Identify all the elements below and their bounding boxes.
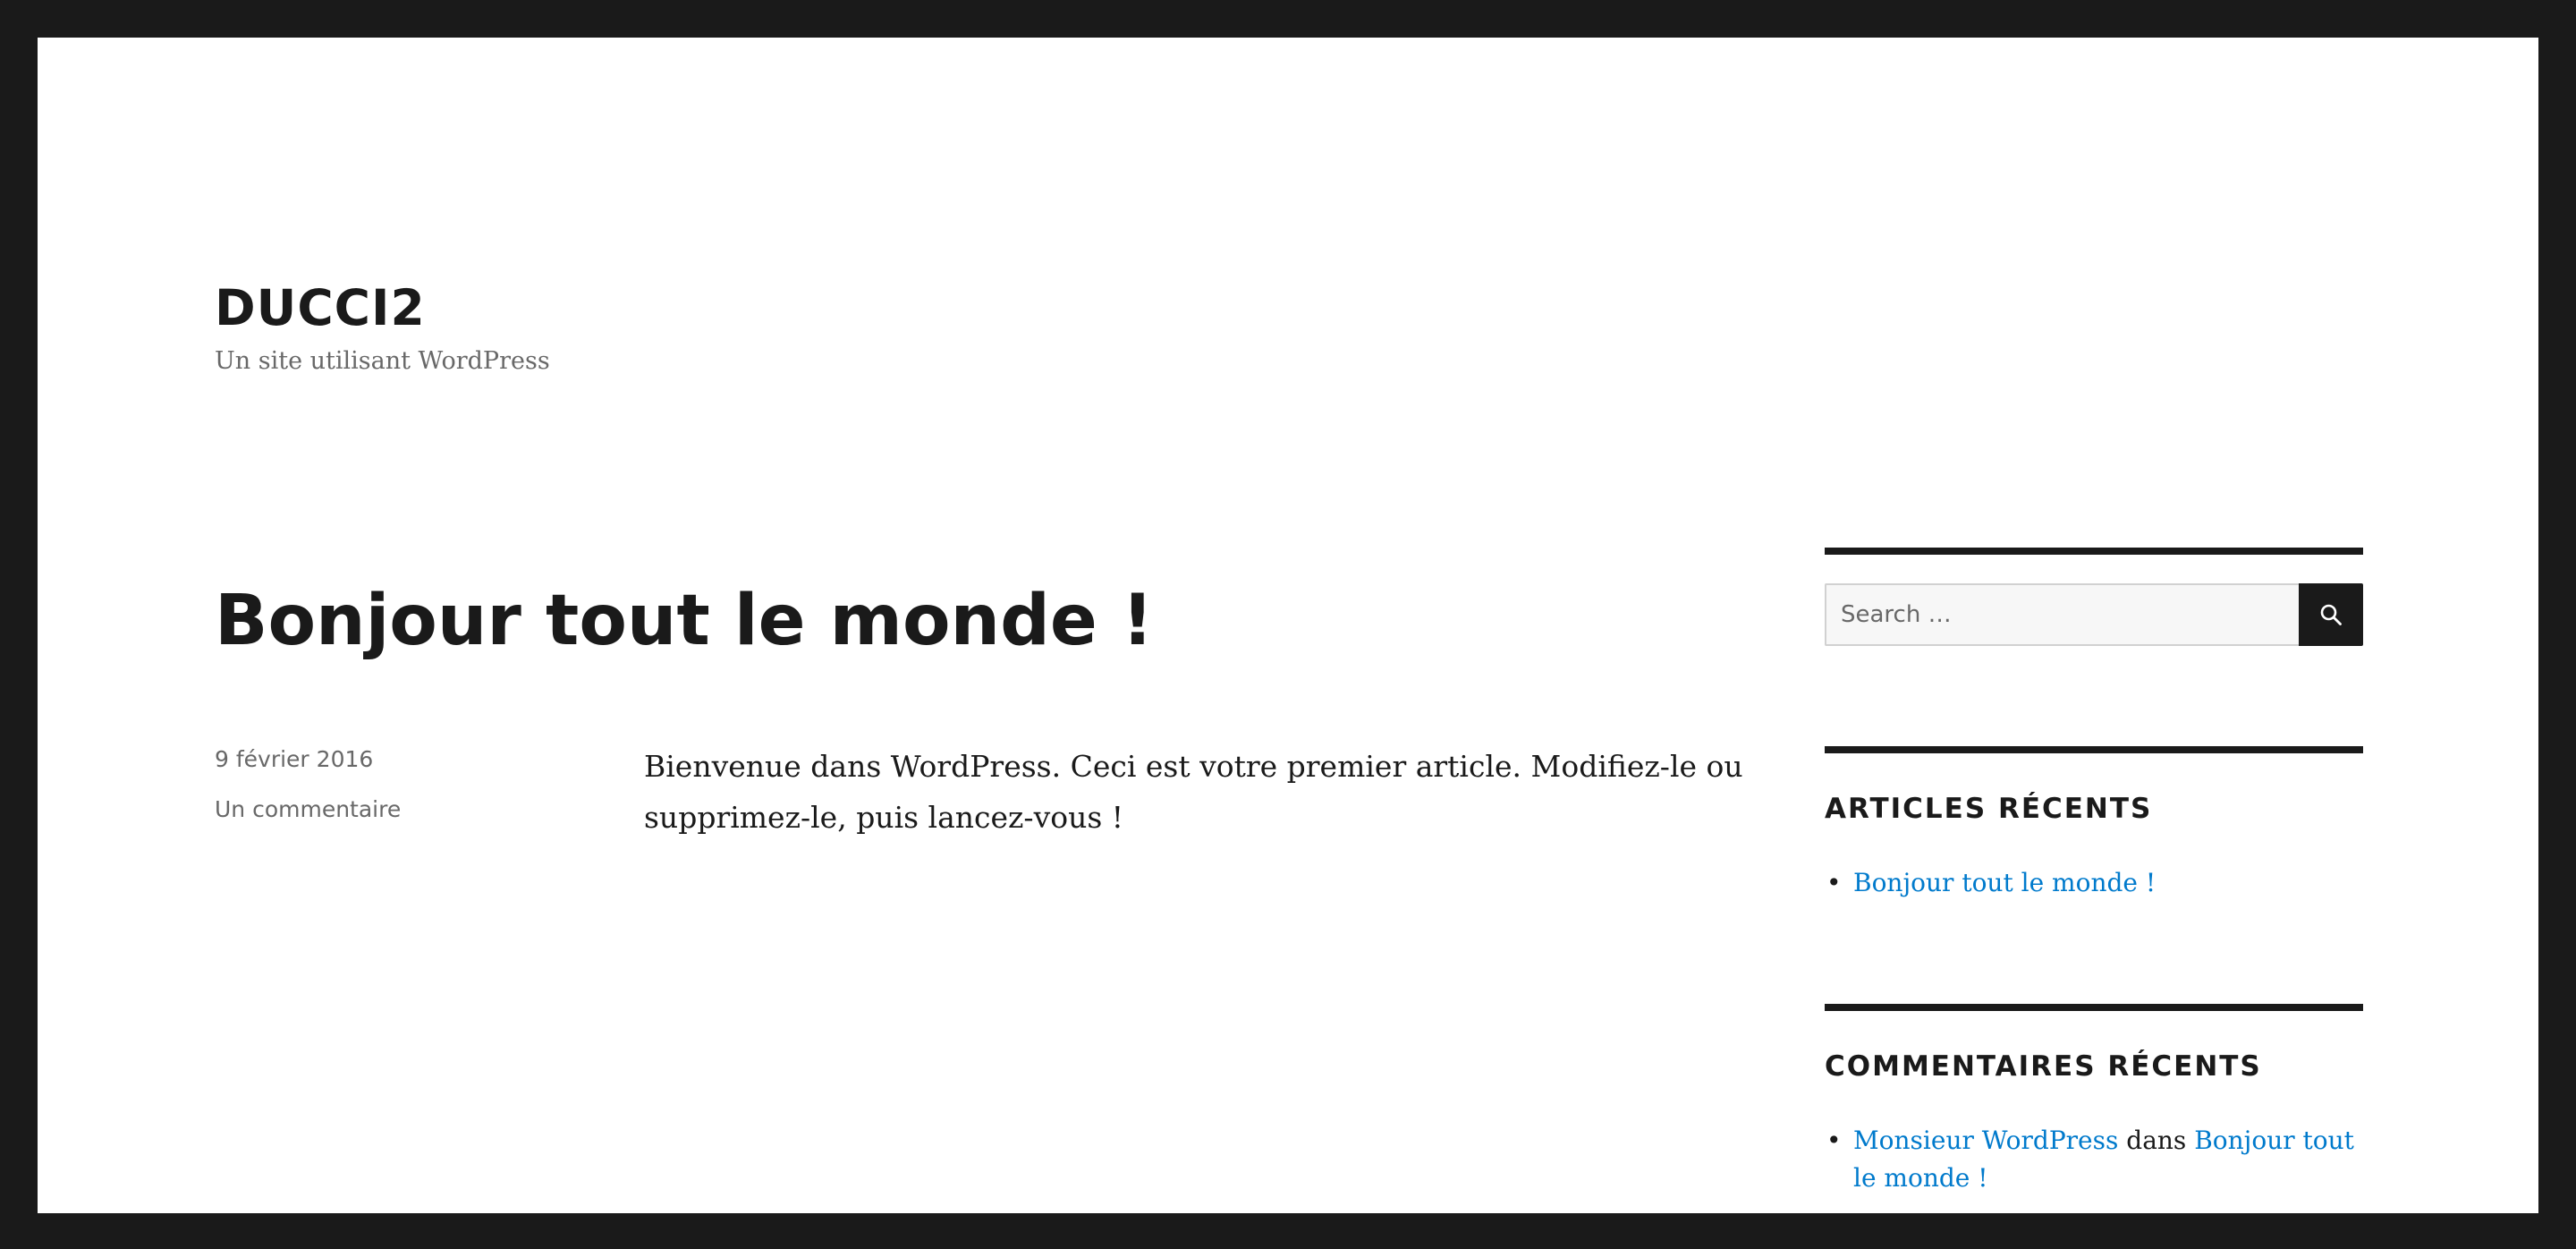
recent-post-link[interactable]: Bonjour tout le monde ! bbox=[1853, 868, 2156, 897]
recent-comments-title: COMMENTAIRES RÉCENTS bbox=[1825, 1050, 2262, 1083]
post-date-link[interactable]: 9 février 2016 bbox=[215, 744, 373, 775]
recent-comments-list: • Monsieur WordPress dans Bonjour tout l… bbox=[1825, 1122, 2363, 1197]
search-widget-divider bbox=[1825, 548, 2363, 555]
comment-author-link[interactable]: Monsieur WordPress bbox=[1853, 1126, 2118, 1155]
post-title-link[interactable]: Bonjour tout le monde ! bbox=[215, 576, 1154, 666]
search-icon bbox=[2320, 604, 2342, 625]
page-container: DUCCI2 Un site utilisant WordPress Bonjo… bbox=[38, 38, 2538, 1213]
search-input[interactable] bbox=[1825, 583, 2299, 646]
bullet-icon: • bbox=[1826, 1126, 1842, 1155]
recent-posts-title: ARTICLES RÉCENTS bbox=[1825, 793, 2153, 825]
recent-comments-divider bbox=[1825, 1004, 2363, 1011]
post-content: Bienvenue dans WordPress. Ceci est votre… bbox=[644, 749, 1743, 835]
list-item: • Monsieur WordPress dans Bonjour tout l… bbox=[1825, 1122, 2363, 1197]
site-title-link[interactable]: DUCCI2 bbox=[215, 276, 426, 340]
bullet-icon: • bbox=[1826, 868, 1842, 897]
post-comments-link[interactable]: Un commentaire bbox=[215, 794, 401, 825]
comment-connector: dans bbox=[2126, 1126, 2187, 1155]
list-item: • Bonjour tout le monde ! bbox=[1825, 864, 2363, 902]
recent-posts-divider bbox=[1825, 746, 2363, 753]
search-button[interactable] bbox=[2299, 583, 2363, 646]
recent-posts-list: • Bonjour tout le monde ! bbox=[1825, 864, 2363, 902]
site-description: Un site utilisant WordPress bbox=[215, 347, 550, 375]
